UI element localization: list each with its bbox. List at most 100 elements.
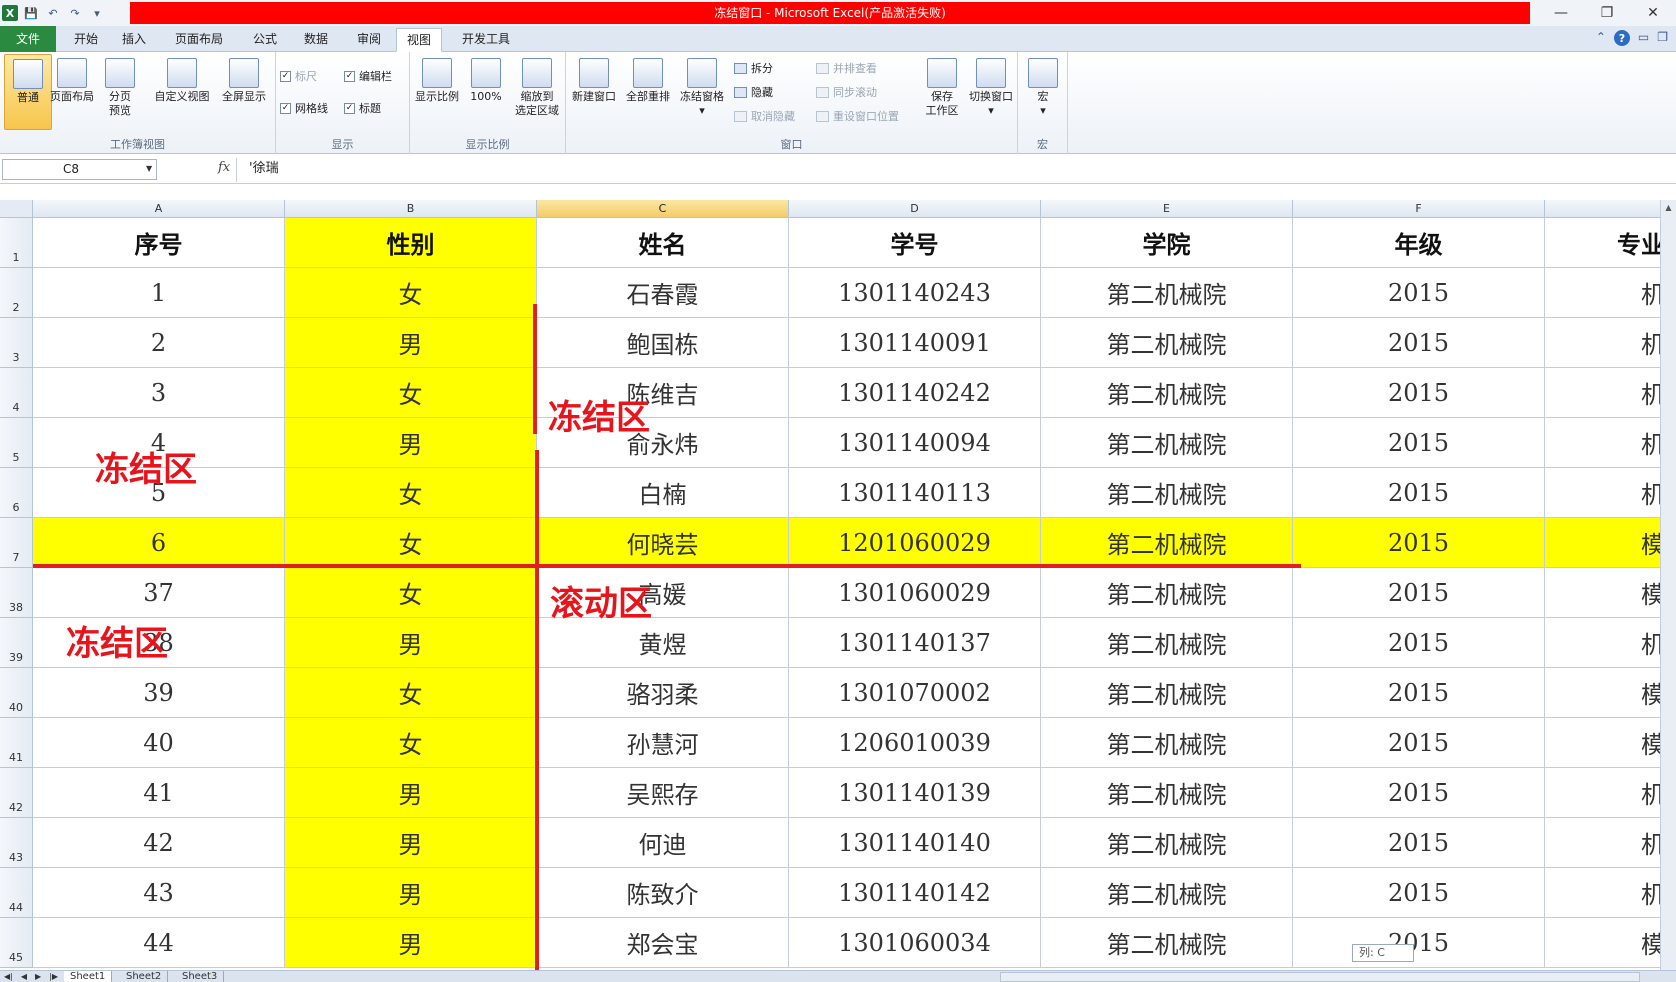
cell[interactable]: 第二机械院 (1041, 618, 1293, 668)
formula-bar-checkbox[interactable]: ✓ 编辑栏 (344, 68, 392, 84)
cell[interactable]: 第二机械院 (1041, 668, 1293, 718)
cell[interactable]: 机 (1545, 468, 1660, 518)
cell[interactable]: 第二机械院 (1041, 818, 1293, 868)
cell[interactable]: 44 (33, 918, 285, 968)
horizontal-scrollbar[interactable] (1000, 972, 1640, 982)
column-header-b[interactable]: B (285, 200, 537, 218)
tab-view[interactable]: 视图 (396, 28, 443, 52)
first-sheet-icon[interactable]: ◀| (4, 971, 13, 982)
cell[interactable]: 2015 (1293, 918, 1545, 968)
row-header[interactable]: 3 (0, 318, 33, 368)
cell[interactable]: 孙慧河 (537, 718, 789, 768)
prev-sheet-icon[interactable]: ◀ (21, 971, 27, 982)
cell[interactable]: 模 (1545, 668, 1660, 718)
cell[interactable]: 1206010039 (789, 718, 1041, 768)
row-header[interactable]: 43 (0, 818, 33, 868)
excel-logo-icon[interactable]: X (2, 5, 18, 21)
cell[interactable]: 43 (33, 868, 285, 918)
column-header-c[interactable]: C (537, 200, 789, 218)
switch-windows-button[interactable]: 切换窗口 ▾ (966, 54, 1016, 130)
cell[interactable]: 2015 (1293, 618, 1545, 668)
cell[interactable]: 3 (33, 368, 285, 418)
cell[interactable]: 石春霞 (537, 268, 789, 318)
cell[interactable]: 第二机械院 (1041, 918, 1293, 968)
zoom-100-button[interactable]: 100% (464, 54, 508, 130)
cell[interactable]: 女 (285, 718, 537, 768)
cell[interactable]: 模 (1545, 518, 1660, 568)
cell[interactable]: 男 (285, 618, 537, 668)
cell[interactable]: 第二机械院 (1041, 568, 1293, 618)
page-layout-view-button[interactable]: 页面布局 (48, 54, 96, 130)
cell[interactable]: 郑会宝 (537, 918, 789, 968)
tab-data[interactable]: 数据 (294, 28, 338, 52)
cell[interactable]: 机 (1545, 618, 1660, 668)
cell[interactable]: 机 (1545, 418, 1660, 468)
cell[interactable]: 2015 (1293, 368, 1545, 418)
cell[interactable]: 姓名 (537, 218, 789, 268)
cell[interactable]: 男 (285, 868, 537, 918)
row-header[interactable]: 45 (0, 918, 33, 968)
fx-icon[interactable]: fx (218, 160, 230, 175)
cell[interactable]: 39 (33, 668, 285, 718)
split-button[interactable]: 拆分 (734, 60, 773, 76)
cell[interactable]: 机 (1545, 268, 1660, 318)
zoom-to-selection-button[interactable]: 缩放到 选定区域 (510, 54, 564, 130)
cell[interactable]: 41 (33, 768, 285, 818)
cell[interactable]: 女 (285, 468, 537, 518)
cell[interactable]: 2015 (1293, 418, 1545, 468)
cell[interactable]: 学号 (789, 218, 1041, 268)
headings-checkbox[interactable]: ✓ 标题 (344, 100, 381, 116)
cell[interactable]: 序号 (33, 218, 285, 268)
sheet-tab-2[interactable]: Sheet2 (120, 971, 169, 982)
cell[interactable]: 37 (33, 568, 285, 618)
cell[interactable]: 机 (1545, 768, 1660, 818)
restore-icon[interactable]: ❐ (1584, 0, 1630, 26)
column-header-d[interactable]: D (789, 200, 1041, 218)
row-header[interactable]: 39 (0, 618, 33, 668)
cell[interactable]: 何晓芸 (537, 518, 789, 568)
row-header[interactable]: 38 (0, 568, 33, 618)
normal-view-button[interactable]: 普通 (4, 54, 52, 130)
cell[interactable]: 男 (285, 418, 537, 468)
cell[interactable]: 1301140139 (789, 768, 1041, 818)
tab-file[interactable]: 文件 (0, 26, 56, 52)
tab-home[interactable]: 开始 (64, 28, 108, 52)
close-icon[interactable]: ✕ (1630, 0, 1676, 26)
cell[interactable]: 2015 (1293, 868, 1545, 918)
cell[interactable]: 第二机械院 (1041, 768, 1293, 818)
macros-button[interactable]: 宏 ▾ (1020, 54, 1066, 130)
zoom-button[interactable]: 显示比例 (412, 54, 462, 130)
window-restore-icon[interactable]: ❐ (1657, 30, 1668, 46)
cell[interactable]: 2015 (1293, 718, 1545, 768)
sheet-tab-1[interactable]: Sheet1 (64, 971, 113, 982)
cell[interactable]: 学院 (1041, 218, 1293, 268)
cell[interactable]: 2015 (1293, 468, 1545, 518)
cell[interactable]: 模 (1545, 568, 1660, 618)
next-sheet-icon[interactable]: ▶ (35, 971, 41, 982)
row-header[interactable]: 4 (0, 368, 33, 418)
row-header[interactable]: 2 (0, 268, 33, 318)
cell[interactable]: 第二机械院 (1041, 318, 1293, 368)
cell[interactable]: 女 (285, 518, 537, 568)
tab-page-layout[interactable]: 页面布局 (165, 28, 233, 52)
arrange-all-button[interactable]: 全部重排 (622, 54, 674, 130)
custom-views-button[interactable]: 自定义视图 (150, 54, 214, 130)
cell[interactable]: 年级 (1293, 218, 1545, 268)
cell[interactable]: 1201060029 (789, 518, 1041, 568)
column-header-a[interactable]: A (33, 200, 285, 218)
cell[interactable]: 第二机械院 (1041, 718, 1293, 768)
cell[interactable]: 1 (33, 268, 285, 318)
redo-icon[interactable]: ↷ (66, 4, 84, 22)
tab-review[interactable]: 审阅 (347, 28, 391, 52)
chevron-down-icon[interactable]: ▼ (146, 164, 152, 173)
cell[interactable]: 2015 (1293, 668, 1545, 718)
row-header[interactable]: 7 (0, 518, 33, 568)
sync-scroll-button[interactable]: 同步滚动 (816, 84, 877, 100)
cell[interactable]: 第二机械院 (1041, 468, 1293, 518)
cell[interactable]: 鲍国栋 (537, 318, 789, 368)
cell[interactable]: 1301140140 (789, 818, 1041, 868)
freeze-panes-button[interactable]: 冻结窗格 ▾ (676, 54, 728, 130)
full-screen-button[interactable]: 全屏显示 (216, 54, 272, 130)
cell[interactable]: 何迪 (537, 818, 789, 868)
cell[interactable]: 2015 (1293, 818, 1545, 868)
